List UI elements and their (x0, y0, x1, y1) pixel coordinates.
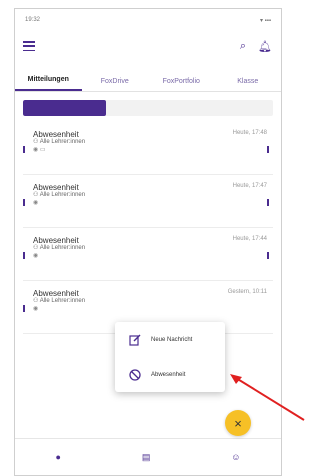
unread-marker (267, 146, 269, 153)
home-icon: ● (55, 452, 61, 462)
tab-mitteilungen[interactable]: Mitteilungen (15, 76, 82, 91)
block-icon (129, 368, 141, 381)
unread-marker (23, 199, 25, 206)
eye-icon: ◉ (33, 147, 39, 153)
eye-icon: ◉ (33, 306, 39, 312)
bell-icon[interactable]: 🔔︎ (257, 38, 273, 54)
eye-icon: ◉ (33, 200, 39, 206)
message-item[interactable]: Abwesenheit Heute, 17:48 ⚇ Alle Lehrer:i… (23, 122, 273, 175)
segment-control (23, 100, 273, 116)
message-meta: ◉ (33, 305, 267, 313)
group-icon: ⚇ (33, 245, 40, 251)
message-meta: ◉ ▭ (33, 146, 267, 154)
message-recipients: ⚇ Alle Lehrer:innen (33, 245, 86, 251)
red-arrow-annotation (230, 374, 305, 421)
message-time: Heute, 17:47 (232, 183, 267, 189)
message-recipients: ⚇ Alle Lehrer:innen (33, 192, 86, 198)
new-message-label: Neue Nachricht (151, 336, 193, 343)
unread-marker (267, 199, 269, 206)
unread-marker (267, 252, 269, 259)
group-icon: ⚇ (33, 192, 40, 198)
group-icon: ⚇ (33, 139, 40, 145)
message-recipients: ⚇ Alle Lehrer:innen (33, 139, 86, 145)
tabs-bar: Mitteilungen FoxDrive FoxPortfolio Klass… (15, 65, 281, 92)
nav-home[interactable]: ● (55, 452, 60, 462)
app-bar: ⌕ 🔔︎ (15, 31, 281, 61)
unread-marker (23, 305, 25, 312)
segment-2[interactable] (106, 100, 189, 116)
segment-1[interactable] (23, 100, 107, 116)
message-recipients: ⚇ Alle Lehrer:innen (33, 298, 86, 304)
compose-icon (129, 334, 141, 346)
unread-marker (23, 252, 25, 259)
status-bar: 19:32 ▾ ▪▪▪ (15, 9, 281, 31)
message-title: Abwesenheit (33, 130, 79, 139)
unread-marker (23, 146, 25, 153)
document-icon: ▤ (141, 451, 151, 462)
comment-icon: ▭ (39, 147, 46, 153)
profile-icon: ☺ (231, 452, 241, 462)
nav-documents[interactable]: ▤ (142, 452, 151, 463)
tab-foxportfolio[interactable]: FoxPortfolio (148, 78, 215, 91)
fab-popup-menu: Neue Nachricht Abwesenheit (115, 322, 225, 392)
absence-item[interactable]: Abwesenheit (115, 357, 225, 392)
status-time: 19:32 (25, 17, 41, 23)
message-title: Abwesenheit (33, 183, 79, 192)
bottom-nav: ● ▤ ☺ (15, 438, 281, 475)
message-meta: ◉ (33, 199, 267, 207)
tab-klasse[interactable]: Klasse (215, 78, 282, 91)
search-icon[interactable]: ⌕ (235, 38, 251, 54)
message-list: Abwesenheit Heute, 17:48 ⚇ Alle Lehrer:i… (15, 122, 281, 334)
new-message-item[interactable]: Neue Nachricht (115, 322, 225, 357)
message-time: Gestern, 10:11 (227, 289, 267, 295)
absence-label: Abwesenheit (151, 371, 186, 378)
message-time: Heute, 17:44 (232, 236, 267, 242)
menu-icon[interactable] (23, 41, 35, 51)
nav-profile[interactable]: ☺ (231, 452, 240, 462)
message-title: Abwesenheit (33, 236, 79, 245)
message-item[interactable]: Abwesenheit Heute, 17:47 ⚇ Alle Lehrer:i… (23, 175, 273, 228)
tab-foxdrive[interactable]: FoxDrive (82, 78, 149, 91)
status-icons: ▾ ▪▪▪ (259, 17, 271, 24)
message-title: Abwesenheit (33, 289, 79, 298)
message-time: Heute, 17:48 (232, 130, 267, 136)
group-icon: ⚇ (33, 298, 40, 304)
eye-icon: ◉ (33, 253, 39, 259)
message-meta: ◉ (33, 252, 267, 260)
message-item[interactable]: Abwesenheit Heute, 17:44 ⚇ Alle Lehrer:i… (23, 228, 273, 281)
segment-3[interactable] (190, 100, 273, 116)
